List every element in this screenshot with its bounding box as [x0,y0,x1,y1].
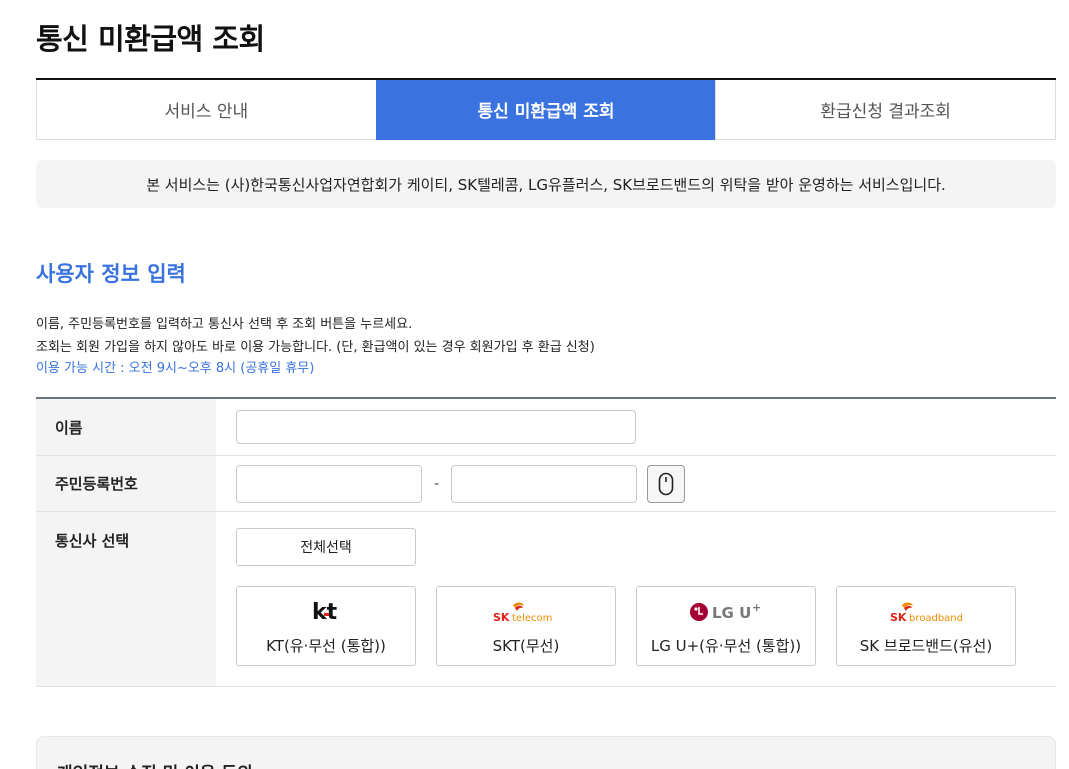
carrier-row: 통신사 선택 전체선택 kt KT(유·무선 (통합)) SK telecom … [36,512,1056,687]
description-line-2: 조회는 회원 가입을 하지 않아도 바로 이용 가능합니다. (단, 환급액이 … [36,340,595,355]
section-title: 사용자 정보 입력 [36,262,186,286]
resident-number-row: 주민등록번호 - [36,456,1056,512]
kt-logo: kt [311,597,341,627]
carrier-option-skt[interactable]: SK telecom SKT(무선) [436,586,616,666]
user-info-form: 이름 주민등록번호 - 통신사 선택 전체선택 kt KT(유·무선 (통합))… [36,397,1056,687]
resident-number-back-input[interactable] [451,464,638,503]
carrier-name-lguplus: LG U+(유·무선 (통합)) [650,637,802,655]
sk-telecom-logo: SK telecom [491,597,561,627]
name-row: 이름 [36,399,1056,456]
svg-text:telecom: telecom [512,613,552,624]
mouse-icon [658,472,674,495]
carrier-label: 통신사 선택 [36,512,216,686]
carrier-options: kt KT(유·무선 (통합)) SK telecom SKT(무선) LG U… [236,586,1036,666]
carrier-option-kt[interactable]: kt KT(유·무선 (통합)) [236,586,416,666]
svg-text:SK: SK [890,611,907,624]
svg-text:LG U: LG U [712,604,751,622]
resident-number-front-input[interactable] [236,464,422,503]
lg-uplus-logo: LG U + [689,597,763,627]
kt-logo-text: kt [312,600,338,624]
sk-broadband-logo: SK broadband [888,597,964,627]
name-label: 이름 [36,399,216,455]
tab-refund-inquiry[interactable]: 통신 미환급액 조회 [375,80,716,140]
svg-text:+: + [752,601,761,614]
svg-text:broadband: broadband [909,613,963,624]
carrier-name-kt: KT(유·무선 (통합)) [266,637,386,655]
carrier-option-skbroadband[interactable]: SK broadband SK 브로드밴드(유선) [836,586,1016,666]
carrier-option-lguplus[interactable]: LG U + LG U+(유·무선 (통합)) [636,586,816,666]
virtual-keypad-button[interactable] [647,464,686,503]
service-hours: 이용 가능 시간 : 오전 9시~오후 8시 (공휴일 휴무) [36,361,315,376]
tab-service-info[interactable]: 서비스 안내 [36,80,376,140]
name-input[interactable] [236,410,636,444]
resident-number-label: 주민등록번호 [36,456,216,511]
privacy-consent-title: 개인정보 수집 및 이용 동의 [57,759,1035,769]
description-line-1: 이름, 주민등록번호를 입력하고 통신사 선택 후 조회 버튼을 누르세요. [36,317,413,332]
tab-result-inquiry[interactable]: 환급신청 결과조회 [715,80,1057,140]
privacy-consent-section: 개인정보 수집 및 이용 동의 [36,736,1056,769]
tab-bar: 서비스 안내 통신 미환급액 조회 환급신청 결과조회 [36,78,1057,140]
service-notice: 본 서비스는 (사)한국통신사업자연합회가 케이티, SK텔레콤, LG유플러스… [36,160,1056,208]
carrier-name-skbroadband: SK 브로드밴드(유선) [859,637,993,655]
section-description: 이름, 주민등록번호를 입력하고 통신사 선택 후 조회 버튼을 누르세요. 조… [36,313,595,379]
resident-number-separator: - [434,475,440,492]
svg-text:SK: SK [493,611,510,624]
page-title: 통신 미환급액 조회 [36,22,265,56]
carrier-name-skt: SKT(무선) [492,637,560,655]
select-all-button[interactable]: 전체선택 [236,528,416,566]
